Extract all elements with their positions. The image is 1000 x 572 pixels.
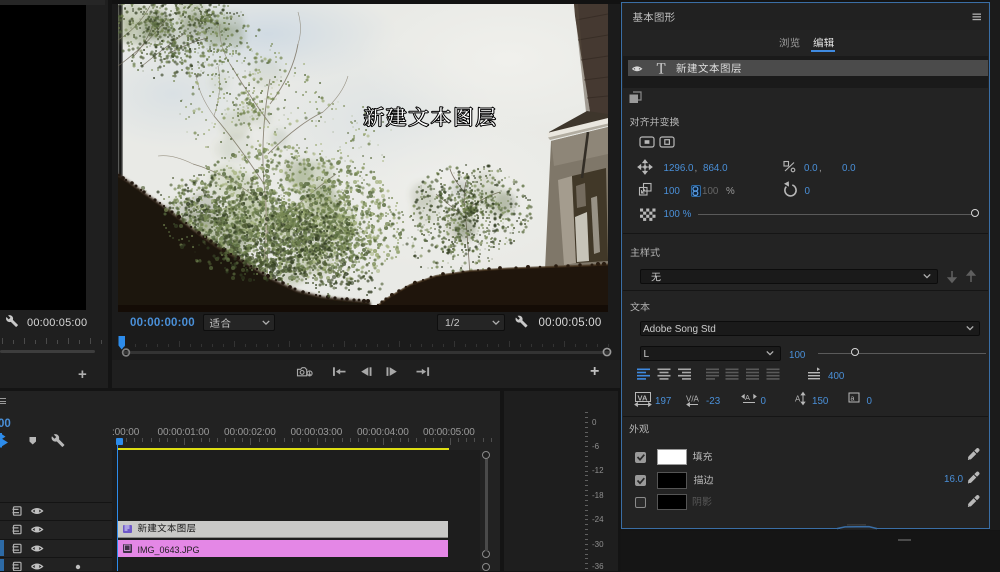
svg-text:A: A — [795, 395, 801, 404]
svg-text:V/A: V/A — [686, 395, 700, 404]
svg-text:a: a — [851, 396, 855, 403]
svg-text:VA: VA — [638, 394, 648, 403]
svg-text:A: A — [745, 393, 750, 402]
